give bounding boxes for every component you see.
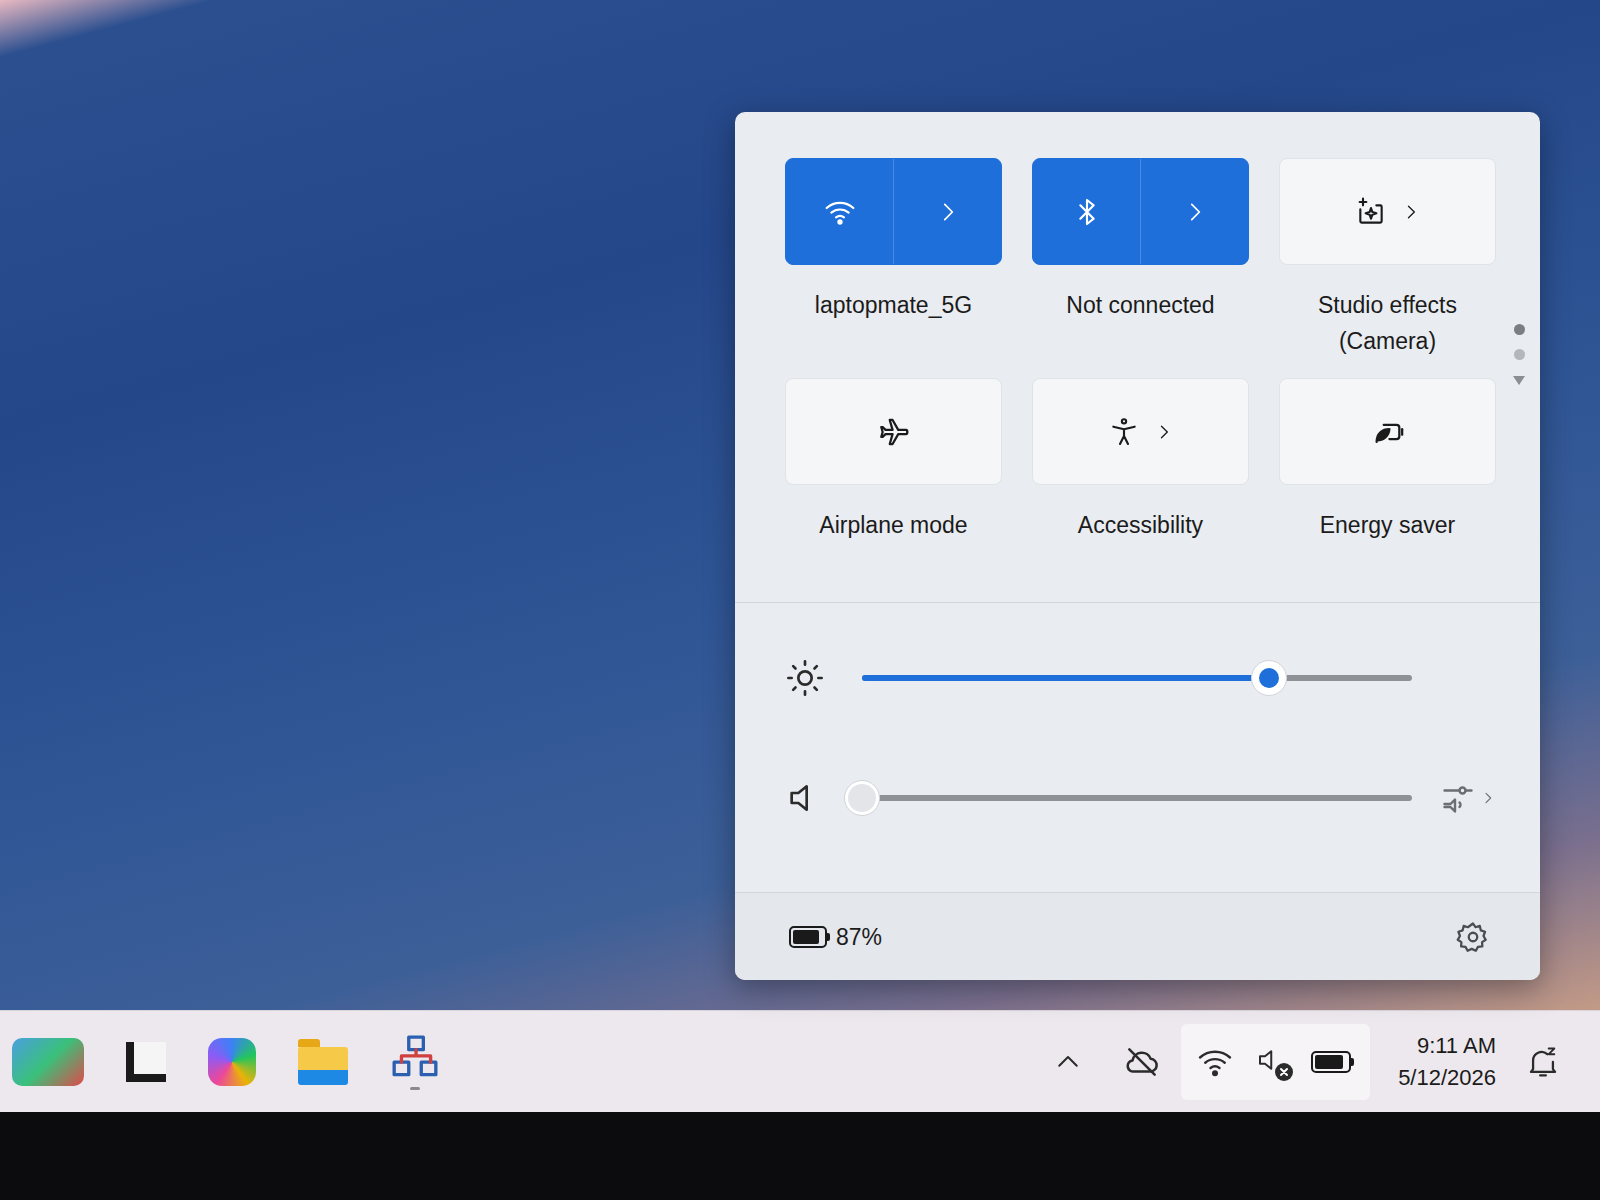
energy-saver-icon (1371, 415, 1405, 449)
sliders-section (735, 602, 1540, 892)
battery-icon (789, 926, 830, 948)
tile-toggle[interactable] (1033, 379, 1248, 484)
quick-tile: laptopmate_5G (785, 158, 1002, 378)
network-app-button[interactable] (390, 1033, 440, 1090)
tile-button[interactable] (1032, 158, 1249, 265)
tile-button[interactable] (785, 378, 1002, 485)
battery-fill (1315, 1055, 1343, 1069)
tile-divider (1140, 159, 1141, 264)
sun-icon (785, 658, 825, 698)
tile-toggle[interactable] (1280, 159, 1495, 264)
quick-tile: Not connected (1032, 158, 1249, 378)
battery-fill (793, 930, 819, 944)
chevron-right-icon (1154, 422, 1174, 442)
bluetooth-icon (1071, 196, 1103, 228)
tile-toggle[interactable] (1280, 379, 1495, 484)
screen-bezel (0, 1112, 1600, 1200)
quick-settings-panel: laptopmate_5G Not connected Studio effects… (735, 112, 1540, 980)
chevron-right-icon (935, 199, 961, 225)
wifi-icon (824, 196, 856, 228)
tiles-grid: laptopmate_5G Not connected Studio effects… (785, 158, 1496, 598)
caret-up-icon (1053, 1047, 1083, 1077)
notification-bell-icon (1526, 1045, 1560, 1079)
running-indicator (410, 1087, 420, 1090)
tile-button[interactable] (1279, 378, 1496, 485)
quick-tile: Studio effects (Camera) (1279, 158, 1496, 378)
chevron-right-icon (1401, 202, 1421, 222)
tile-button[interactable] (1032, 378, 1249, 485)
network-app-icon (390, 1033, 440, 1083)
volume-thumb[interactable] (844, 780, 880, 816)
clock-date: 5/12/2026 (1398, 1062, 1496, 1094)
folder-tab (298, 1039, 320, 1047)
brightness-fill (862, 675, 1269, 681)
taskbar-apps (12, 1033, 440, 1090)
quick-tile: Airplane mode (785, 378, 1002, 598)
chevron-right-icon (1480, 790, 1496, 806)
taskbar: 9:11 AM5/12/2026 (0, 1010, 1600, 1112)
battery-body (789, 926, 827, 948)
quick-tile: Accessibility (1032, 378, 1249, 598)
tile-expand[interactable] (894, 159, 1001, 264)
battery-icon (1311, 1051, 1354, 1073)
volume-slider[interactable] (862, 795, 1412, 801)
volume-thumb-dot (848, 784, 876, 812)
tile-toggle[interactable] (1033, 159, 1140, 264)
tile-label: Airplane mode (785, 507, 1002, 543)
tile-label: Not connected (1032, 287, 1249, 323)
audio-output-button[interactable] (1440, 780, 1496, 816)
copilot-icon[interactable] (208, 1038, 256, 1086)
airplane-icon (877, 415, 911, 449)
page-dot[interactable] (1514, 349, 1525, 360)
brightness-thumb-dot (1259, 668, 1279, 688)
battery-nub (827, 933, 830, 941)
mute-badge-icon (1275, 1063, 1293, 1081)
tile-button[interactable] (785, 158, 1002, 265)
desktop-wallpaper: laptopmate_5G Not connected Studio effects… (0, 0, 1600, 1010)
tile-label: Studio effects (Camera) (1279, 287, 1496, 359)
system-tray: 9:11 AM5/12/2026 (1053, 1024, 1560, 1100)
accessibility-icon (1108, 416, 1140, 448)
panel-footer: 87% (735, 892, 1540, 980)
tile-toggle[interactable] (786, 379, 1001, 484)
brightness-slider[interactable] (862, 675, 1412, 681)
wifi-icon (1197, 1044, 1233, 1080)
page-dot[interactable] (1514, 324, 1525, 335)
widgets-icon[interactable] (12, 1038, 84, 1086)
tile-label: Accessibility (1032, 507, 1249, 543)
quick-tile: Energy saver (1279, 378, 1496, 598)
terminal-icon[interactable] (126, 1042, 166, 1082)
audio-output-icon (1440, 780, 1476, 816)
battery-reading: 87% (836, 922, 882, 952)
tile-divider (893, 159, 894, 264)
gear-icon (1456, 920, 1490, 954)
brightness-thumb[interactable] (1251, 660, 1287, 696)
volume-tray (1255, 1045, 1289, 1079)
tile-expand[interactable] (1141, 159, 1248, 264)
clock[interactable]: 9:11 AM5/12/2026 (1398, 1030, 1496, 1094)
tiles-section: laptopmate_5G Not connected Studio effects… (735, 112, 1540, 602)
clock-time: 9:11 AM (1417, 1030, 1496, 1062)
brightness-row (785, 658, 1540, 698)
battery-body (1311, 1051, 1351, 1073)
speaker-icon (785, 778, 825, 818)
page-down-icon[interactable] (1511, 374, 1527, 386)
volume-row (785, 778, 1540, 818)
tile-button[interactable] (1279, 158, 1496, 265)
tile-label: laptopmate_5G (785, 287, 1002, 323)
folder-body (298, 1047, 348, 1085)
battery-nub (1351, 1058, 1354, 1066)
battery-status[interactable]: 87% (789, 922, 882, 952)
quick-settings-button[interactable] (1181, 1024, 1370, 1100)
file-explorer-icon[interactable] (298, 1039, 348, 1085)
tile-toggle[interactable] (786, 159, 893, 264)
tile-label: Energy saver (1279, 507, 1496, 543)
chevron-right-icon (1182, 199, 1208, 225)
page-indicator (1511, 324, 1527, 386)
studio-effects-icon (1355, 196, 1387, 228)
onedrive-off-icon (1123, 1043, 1161, 1081)
